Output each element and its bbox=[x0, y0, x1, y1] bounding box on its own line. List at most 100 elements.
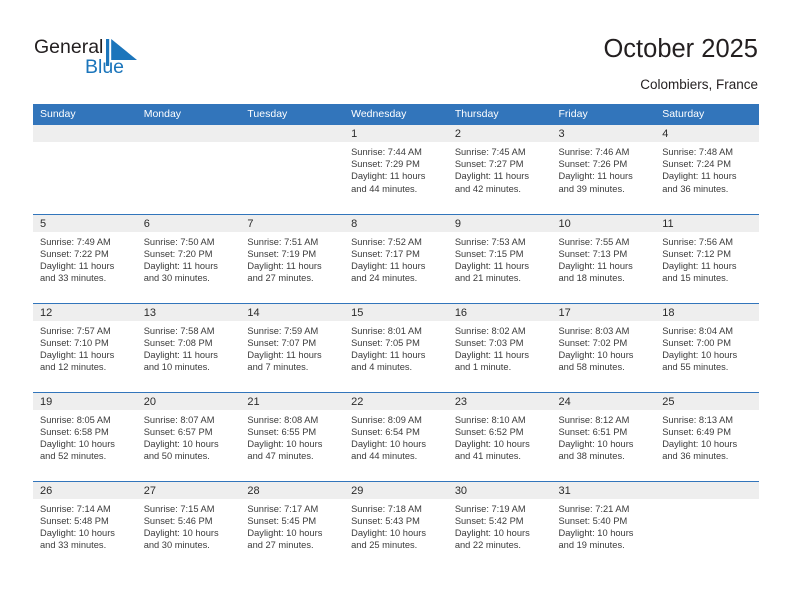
daylight-text-line1: Daylight: 11 hours bbox=[558, 171, 633, 182]
sunrise-text: Sunrise: 7:57 AM bbox=[40, 325, 111, 336]
calendar-day-cell[interactable]: 14 Sunrise: 7:59 AM Sunset: 7:07 PM Dayligh… bbox=[240, 302, 345, 392]
daylight-text-line2: and 55 minutes. bbox=[662, 362, 729, 373]
sunrise-text: Sunrise: 7:21 AM bbox=[558, 503, 630, 514]
sunrise-text: Sunrise: 7:45 AM bbox=[454, 147, 526, 157]
day-sun-info: Sunrise: 7:59 AM Sunset: 7:07 PM Daylight:… bbox=[240, 321, 344, 374]
daylight-text-line1: Daylight: 10 hours bbox=[558, 438, 634, 449]
daylight-text-line2: and 44 minutes. bbox=[351, 451, 418, 462]
day-number: 20 bbox=[136, 392, 241, 410]
sunset-text: Sunset: 7:19 PM bbox=[247, 248, 317, 259]
calendar-day-cell[interactable]: 8 Sunrise: 7:52 AM Sunset: 7:17 PM Daylight… bbox=[344, 213, 448, 303]
daylight-text-line2: and 18 minutes. bbox=[558, 273, 625, 284]
day-number: 25 bbox=[655, 392, 759, 410]
calendar-day-cell[interactable]: 19 Sunrise: 8:05 AM Sunset: 6:58 PM Dayligh… bbox=[33, 391, 137, 481]
daylight-text-line2: and 33 minutes. bbox=[40, 540, 107, 551]
calendar-day-cell[interactable]: 11 Sunrise: 7:56 AM Sunset: 7:12 PM Dayligh… bbox=[655, 213, 759, 303]
calendar-day-cell[interactable]: 9 Sunrise: 7:53 AM Sunset: 7:15 PM Daylight… bbox=[447, 213, 552, 303]
day-number: 23 bbox=[447, 392, 552, 410]
sunrise-text: Sunrise: 7:44 AM bbox=[351, 147, 422, 157]
calendar-day-cell[interactable]: 23 Sunrise: 8:10 AM Sunset: 6:52 PM Dayligh… bbox=[447, 391, 552, 481]
calendar-day-cell[interactable]: 12 Sunrise: 7:57 AM Sunset: 7:10 PM Dayligh… bbox=[33, 302, 137, 392]
calendar-day-cell[interactable]: 30 Sunrise: 7:19 AM Sunset: 5:42 PM Dayligh… bbox=[447, 480, 552, 570]
calendar-day-cell[interactable]: 27 Sunrise: 7:15 AM Sunset: 5:46 PM Dayligh… bbox=[136, 480, 241, 570]
calendar-day-cell-empty bbox=[33, 125, 137, 214]
daylight-text-line2: and 30 minutes. bbox=[143, 540, 210, 551]
sunset-text: Sunset: 6:51 PM bbox=[558, 426, 628, 437]
daylight-text-line2: and 36 minutes. bbox=[662, 183, 729, 194]
day-sun-info: Sunrise: 7:44 AM Sunset: 7:29 PM Daylight:… bbox=[344, 142, 448, 195]
calendar-day-cell-empty bbox=[240, 125, 345, 214]
calendar-day-cell[interactable]: 3 Sunrise: 7:46 AM Sunset: 7:26 PM Daylight… bbox=[551, 125, 656, 214]
calendar-table: Sunday Monday Tuesday Wednesday Thursday… bbox=[33, 104, 759, 570]
calendar-day-cell[interactable]: 18 Sunrise: 8:04 AM Sunset: 7:00 PM Dayligh… bbox=[655, 302, 759, 392]
calendar-day-cell[interactable]: 6 Sunrise: 7:50 AM Sunset: 7:20 PM Daylight… bbox=[136, 213, 241, 303]
daylight-text-line2: and 42 minutes. bbox=[454, 183, 521, 194]
calendar-day-cell[interactable]: 20 Sunrise: 8:07 AM Sunset: 6:57 PM Dayligh… bbox=[136, 391, 241, 481]
day-number: 7 bbox=[240, 214, 345, 232]
sunset-text: Sunset: 5:46 PM bbox=[143, 515, 213, 526]
calendar-day-cell[interactable]: 4 Sunrise: 7:48 AM Sunset: 7:24 PM Daylight… bbox=[655, 125, 759, 214]
calendar-day-cell[interactable]: 22 Sunrise: 8:09 AM Sunset: 6:54 PM Dayligh… bbox=[344, 391, 448, 481]
sunset-text: Sunset: 7:27 PM bbox=[454, 159, 524, 170]
daylight-text-line1: Daylight: 11 hours bbox=[143, 349, 218, 360]
day-number: 5 bbox=[33, 214, 137, 232]
day-sun-info: Sunrise: 7:48 AM Sunset: 7:24 PM Daylight:… bbox=[655, 142, 759, 195]
calendar-day-cell[interactable]: 24 Sunrise: 8:12 AM Sunset: 6:51 PM Dayligh… bbox=[551, 391, 656, 481]
calendar-day-cell[interactable]: 15 Sunrise: 8:01 AM Sunset: 7:05 PM Dayligh… bbox=[344, 302, 448, 392]
day-number: 6 bbox=[136, 214, 241, 232]
sunset-text: Sunset: 5:48 PM bbox=[40, 515, 109, 526]
daylight-text-line1: Daylight: 10 hours bbox=[558, 349, 634, 360]
day-number: 13 bbox=[136, 303, 241, 321]
day-sun-info: Sunrise: 8:05 AM Sunset: 6:58 PM Daylight:… bbox=[33, 410, 137, 463]
sunset-text: Sunset: 6:55 PM bbox=[247, 426, 317, 437]
sunrise-text: Sunrise: 8:10 AM bbox=[454, 414, 526, 425]
daylight-text-line1: Daylight: 11 hours bbox=[558, 260, 633, 271]
calendar-day-cell[interactable]: 2 Sunrise: 7:45 AM Sunset: 7:27 PM Daylight… bbox=[447, 125, 552, 214]
daylight-text-line2: and 58 minutes. bbox=[558, 362, 625, 373]
calendar-day-cell[interactable]: 10 Sunrise: 7:55 AM Sunset: 7:13 PM Dayligh… bbox=[551, 213, 656, 303]
day-sun-info: Sunrise: 7:52 AM Sunset: 7:17 PM Daylight:… bbox=[344, 232, 448, 285]
sunset-text: Sunset: 7:15 PM bbox=[454, 248, 524, 259]
day-sun-info: Sunrise: 8:04 AM Sunset: 7:00 PM Daylight:… bbox=[655, 321, 759, 374]
calendar-day-cell[interactable]: 13 Sunrise: 7:58 AM Sunset: 7:08 PM Dayligh… bbox=[136, 302, 241, 392]
day-number: 22 bbox=[344, 392, 448, 410]
day-sun-info: Sunrise: 8:13 AM Sunset: 6:49 PM Daylight:… bbox=[655, 410, 759, 463]
daylight-text-line1: Daylight: 11 hours bbox=[351, 349, 426, 360]
calendar-day-cell-empty bbox=[655, 480, 759, 570]
day-number: 26 bbox=[33, 481, 137, 499]
daylight-text-line2: and 50 minutes. bbox=[143, 451, 210, 462]
calendar-day-cell[interactable]: 25 Sunrise: 8:13 AM Sunset: 6:49 PM Dayligh… bbox=[655, 391, 759, 481]
daylight-text-line1: Daylight: 11 hours bbox=[247, 349, 322, 360]
day-number bbox=[240, 125, 345, 142]
daylight-text-line1: Daylight: 11 hours bbox=[143, 260, 218, 271]
daylight-text-line2: and 41 minutes. bbox=[454, 451, 521, 462]
calendar-day-cell[interactable]: 7 Sunrise: 7:51 AM Sunset: 7:19 PM Daylight… bbox=[240, 213, 345, 303]
daylight-text-line2: and 44 minutes. bbox=[351, 183, 418, 194]
day-number: 21 bbox=[240, 392, 345, 410]
calendar-day-cell[interactable]: 31 Sunrise: 7:21 AM Sunset: 5:40 PM Dayligh… bbox=[551, 480, 656, 570]
daylight-text-line1: Daylight: 10 hours bbox=[454, 527, 530, 538]
daylight-text-line1: Daylight: 10 hours bbox=[247, 438, 323, 449]
day-sun-info: Sunrise: 7:18 AM Sunset: 5:43 PM Daylight:… bbox=[344, 499, 448, 552]
daylight-text-line2: and 36 minutes. bbox=[662, 451, 729, 462]
calendar-grid: Sunday Monday Tuesday Wednesday Thursday… bbox=[33, 104, 759, 570]
sunrise-text: Sunrise: 8:02 AM bbox=[454, 325, 526, 336]
calendar-day-cell[interactable]: 1 Sunrise: 7:44 AM Sunset: 7:29 PM Daylight… bbox=[344, 125, 448, 214]
daylight-text-line1: Daylight: 10 hours bbox=[454, 438, 530, 449]
sunset-text: Sunset: 6:58 PM bbox=[40, 426, 109, 437]
day-number: 17 bbox=[551, 303, 656, 321]
day-sun-info: Sunrise: 8:01 AM Sunset: 7:05 PM Daylight:… bbox=[344, 321, 448, 374]
day-number: 10 bbox=[551, 214, 656, 232]
calendar-day-cell[interactable]: 29 Sunrise: 7:18 AM Sunset: 5:43 PM Dayligh… bbox=[344, 480, 448, 570]
calendar-day-cell[interactable]: 21 Sunrise: 8:08 AM Sunset: 6:55 PM Dayligh… bbox=[240, 391, 345, 481]
calendar-day-cell[interactable]: 28 Sunrise: 7:17 AM Sunset: 5:45 PM Dayligh… bbox=[240, 480, 345, 570]
day-number: 18 bbox=[655, 303, 759, 321]
day-sun-info: Sunrise: 8:12 AM Sunset: 6:51 PM Daylight:… bbox=[552, 410, 656, 463]
weekday-header-friday: Friday bbox=[551, 104, 656, 125]
day-sun-info: Sunrise: 8:08 AM Sunset: 6:55 PM Daylight:… bbox=[240, 410, 344, 463]
calendar-day-cell[interactable]: 5 Sunrise: 7:49 AM Sunset: 7:22 PM Daylight… bbox=[33, 213, 137, 303]
calendar-day-cell[interactable]: 26 Sunrise: 7:14 AM Sunset: 5:48 PM Dayligh… bbox=[33, 480, 137, 570]
calendar-day-cell[interactable]: 17 Sunrise: 8:03 AM Sunset: 7:02 PM Dayligh… bbox=[551, 302, 656, 392]
daylight-text-line1: Daylight: 11 hours bbox=[40, 349, 115, 360]
calendar-day-cell[interactable]: 16 Sunrise: 8:02 AM Sunset: 7:03 PM Dayligh… bbox=[447, 302, 552, 392]
